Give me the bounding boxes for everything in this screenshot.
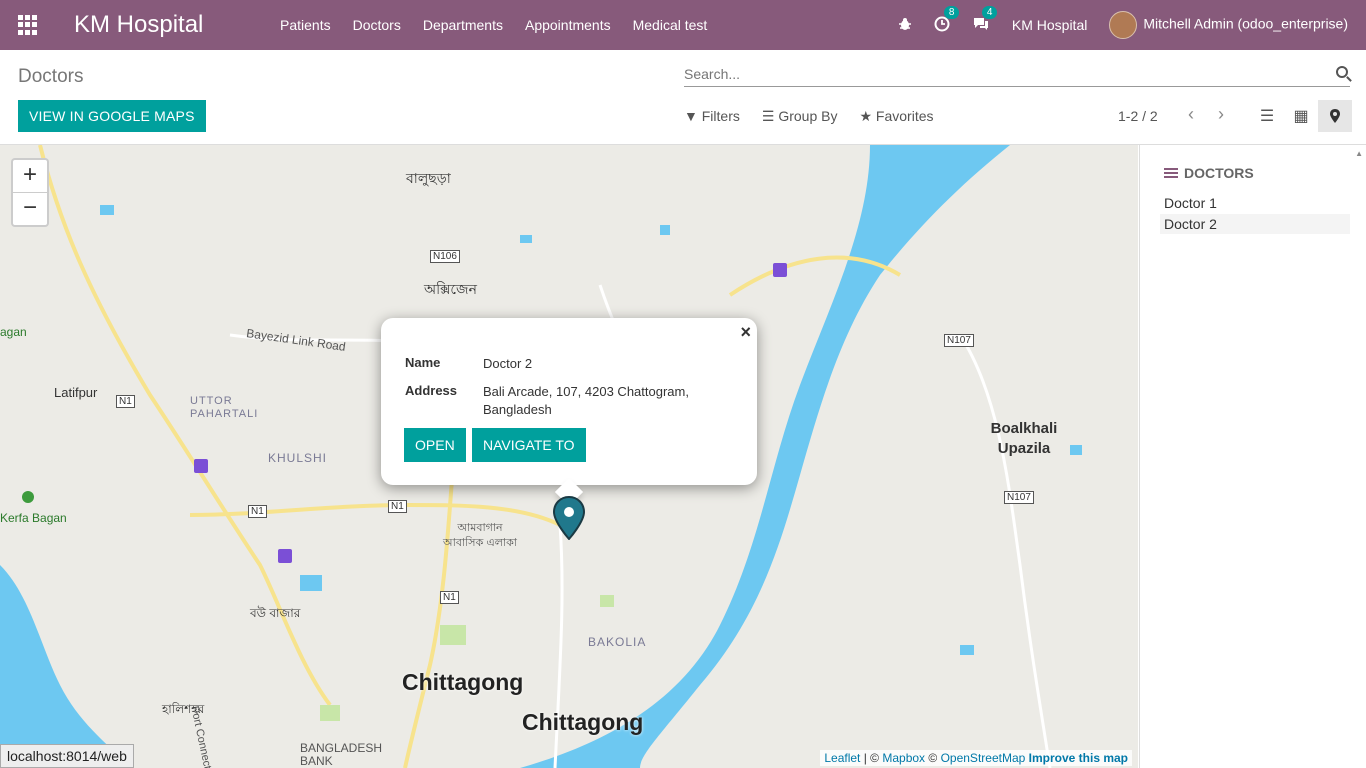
group-by-button[interactable]: ☰ Group By [762,108,838,125]
popup-name-label: Name [405,355,441,370]
map-label: Chittagong [402,669,524,695]
activity-clock-icon[interactable]: 8 [934,5,960,35]
control-panel: Doctors VIEW IN GOOGLE MAPS ▼ Filters ☰ … [0,50,1366,145]
navigate-to-button[interactable]: NAVIGATE TO [472,428,586,462]
favorites-button[interactable]: ★ Favorites [859,108,933,125]
map-view-icon[interactable] [1318,100,1352,132]
attribution-separator: © [925,751,941,765]
search-icon[interactable] [1336,66,1348,78]
pager-arrows: ‹ › [1176,104,1236,125]
menu-item-departments[interactable]: Departments [412,17,514,33]
map-label: বালুছড়া [406,170,451,186]
train-station-icon [194,459,208,473]
map-road-shield: N1 [388,500,407,513]
search-bar [684,64,1350,87]
pager-previous-icon[interactable]: ‹ [1176,104,1206,125]
list-icon [1164,168,1178,181]
apps-menu-icon[interactable] [18,15,38,35]
mapbox-link[interactable]: Mapbox [882,751,925,765]
map-road-shield: N106 [430,250,460,263]
view-in-google-maps-button[interactable]: VIEW IN GOOGLE MAPS [18,100,206,132]
popup-address-value: Bali Arcade, 107, 4203 Chattogram, Bangl… [483,384,689,417]
filter-icon: ▼ [684,108,702,124]
messages-icon[interactable]: 4 [972,5,998,35]
top-navbar: KM Hospital Patients Doctors Departments… [0,0,1366,50]
search-input[interactable] [684,64,1304,84]
menu-item-medical-test[interactable]: Medical test [622,17,719,33]
kanban-view-icon[interactable]: ▦ [1284,100,1318,132]
popup-address-label: Address [405,383,458,398]
user-menu[interactable]: Mitchell Admin (odoo_enterprise) [1109,11,1348,39]
park-tree-icon [22,491,34,503]
map-road-shield: N107 [944,334,974,347]
map-label: BANGLADESH BANK [300,741,383,768]
popup-row-address: Address Bali Arcade, 107, 4203 Chattogra… [405,383,723,419]
menu-item-doctors[interactable]: Doctors [342,17,412,33]
popup-row-name: Name Doctor 2 [405,355,723,373]
open-button[interactable]: OPEN [404,428,466,462]
map-canvas[interactable]: বালুছড়া N106 অক্সিজেন Bayezid Link Road… [0,145,1138,768]
map-label: Boalkhali Upazila [990,420,1058,457]
map-label: বউ বাজার [250,606,301,620]
leaflet-link[interactable]: Leaflet [824,751,860,765]
page-title: Doctors [18,66,84,87]
popup-name-value: Doctor 2 [483,356,533,371]
filters-button[interactable]: ▼ Filters [684,108,740,125]
scroll-up-icon[interactable]: ▲ [1355,149,1363,158]
favorites-label: Favorites [875,108,934,124]
map-label: হালিশহর [162,702,205,716]
star-icon: ★ [859,108,876,124]
map-label: Latifpur [54,385,98,400]
map-road-shield: N1 [116,395,135,408]
avatar [1109,11,1138,39]
menu-item-appointments[interactable]: Appointments [514,17,622,33]
menu-item-patients[interactable]: Patients [269,17,342,33]
sidebar-item-doctor-1[interactable]: Doctor 1 [1160,193,1350,213]
bug-icon[interactable] [898,17,912,34]
improve-map-link[interactable]: Improve this map [1029,751,1128,765]
sidebar-item-doctor-2[interactable]: Doctor 2 [1160,214,1350,234]
group-by-label: Group By [778,108,838,124]
map-attribution: Leaflet | © Mapbox © OpenStreetMap Impro… [820,750,1132,766]
map-label: অক্সিজেন [424,281,477,297]
sidebar-title: DOCTORS [1164,165,1254,181]
map-label: BAKOLIA [588,635,647,649]
map-label: Kerfa Bagan [0,511,67,525]
map-label: Chittagong [522,709,644,735]
pager-next-icon[interactable]: › [1206,104,1236,125]
marker-popup: × Name Doctor 2 Address Bali Arcade, 107… [381,318,757,507]
doctors-sidebar: ▲ DOCTORS Doctor 1 Doctor 2 [1139,145,1366,768]
openstreetmap-link[interactable]: OpenStreetMap [941,751,1026,765]
map-label: আমবাগান আবাসিক এলাকা [443,522,517,549]
messages-badge: 4 [981,5,998,19]
zoom-out-button[interactable]: − [13,193,47,225]
user-name: Mitchell Admin (odoo_enterprise) [1143,15,1348,32]
filters-label: Filters [701,108,740,124]
map-road-shield: N1 [248,505,267,518]
attribution-separator: | © [860,751,883,765]
train-station-icon [773,263,787,277]
company-switcher[interactable]: KM Hospital [1012,17,1087,33]
activity-badge: 8 [943,5,960,19]
pager-value[interactable]: 1-2 / 2 [1118,108,1158,124]
status-url: localhost:8014/web [0,744,134,768]
map-label: UTTOR PAHARTALI [190,395,259,420]
train-station-icon [278,549,292,563]
sidebar-title-text: DOCTORS [1184,165,1254,181]
map-label: KHULSHI [268,451,328,465]
zoom-control: + − [11,158,49,227]
map-label: agan [0,325,27,339]
map-road-shield: N107 [1004,491,1034,504]
main-menu: Patients Doctors Departments Appointment… [269,17,718,33]
zoom-in-button[interactable]: + [13,160,47,193]
search-options: ▼ Filters ☰ Group By ★ Favorites [684,108,956,125]
view-switcher: ☰ ▦ [1250,100,1352,132]
app-brand[interactable]: KM Hospital [74,11,257,39]
list-bars-icon: ☰ [761,108,779,124]
list-view-icon[interactable]: ☰ [1250,100,1284,132]
close-icon[interactable]: × [740,322,751,343]
map-road-shield: N1 [440,591,459,604]
systray: 8 4 KM Hospital Mitchell Admin (odoo_ent… [876,0,1348,50]
